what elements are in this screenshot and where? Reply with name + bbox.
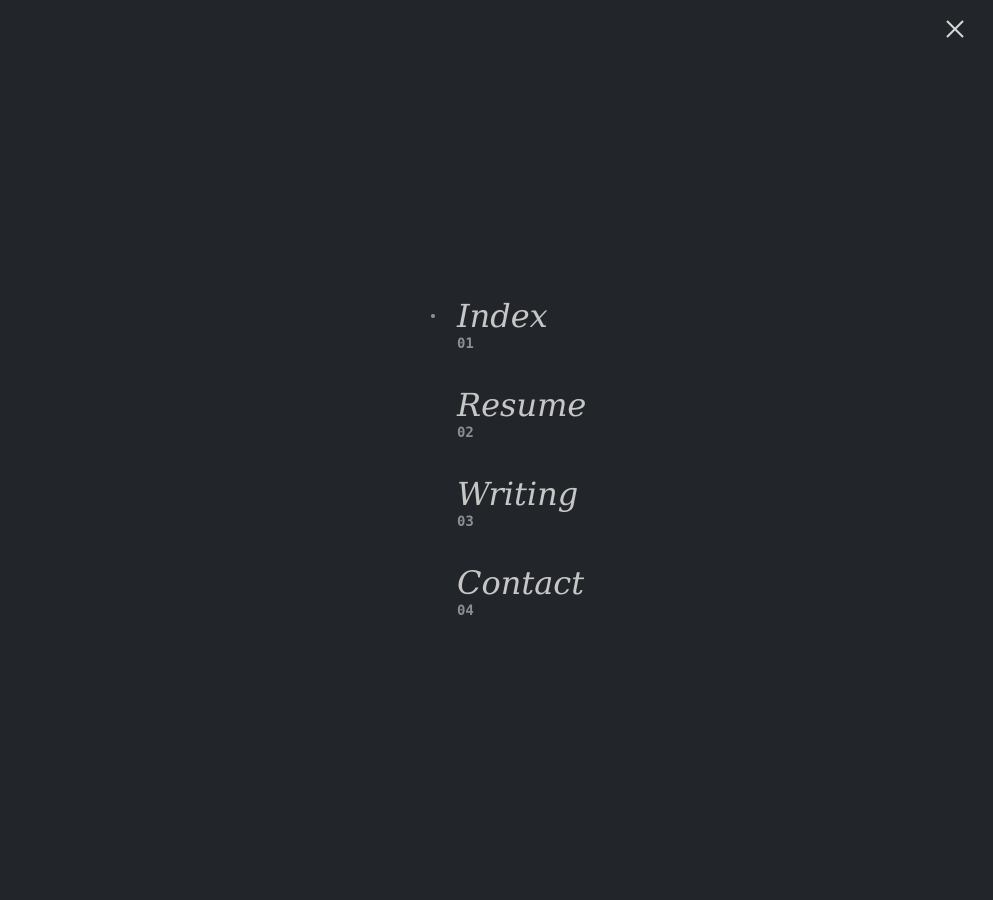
nav-item-contact[interactable]: Contact 04 bbox=[457, 563, 586, 652]
nav-item-number: 03 bbox=[457, 514, 474, 530]
nav-item-index[interactable]: Index 01 bbox=[431, 296, 586, 385]
nav-item-label: Index bbox=[457, 297, 548, 335]
nav-item-label: Writing bbox=[457, 475, 579, 513]
main-nav: Index 01 Resume 02 Writing 03 Contact 04 bbox=[431, 296, 586, 652]
close-menu-button[interactable] bbox=[942, 16, 968, 42]
nav-item-resume[interactable]: Resume 02 bbox=[457, 385, 586, 474]
nav-item-number: 01 bbox=[457, 336, 474, 352]
nav-item-label: Resume bbox=[457, 386, 587, 424]
nav-item-writing[interactable]: Writing 03 bbox=[457, 474, 586, 563]
nav-item-number: 04 bbox=[457, 603, 474, 619]
nav-item-label: Contact bbox=[457, 564, 585, 602]
close-icon bbox=[946, 20, 964, 38]
nav-item-number: 02 bbox=[457, 425, 474, 441]
active-indicator-dot bbox=[431, 314, 435, 318]
